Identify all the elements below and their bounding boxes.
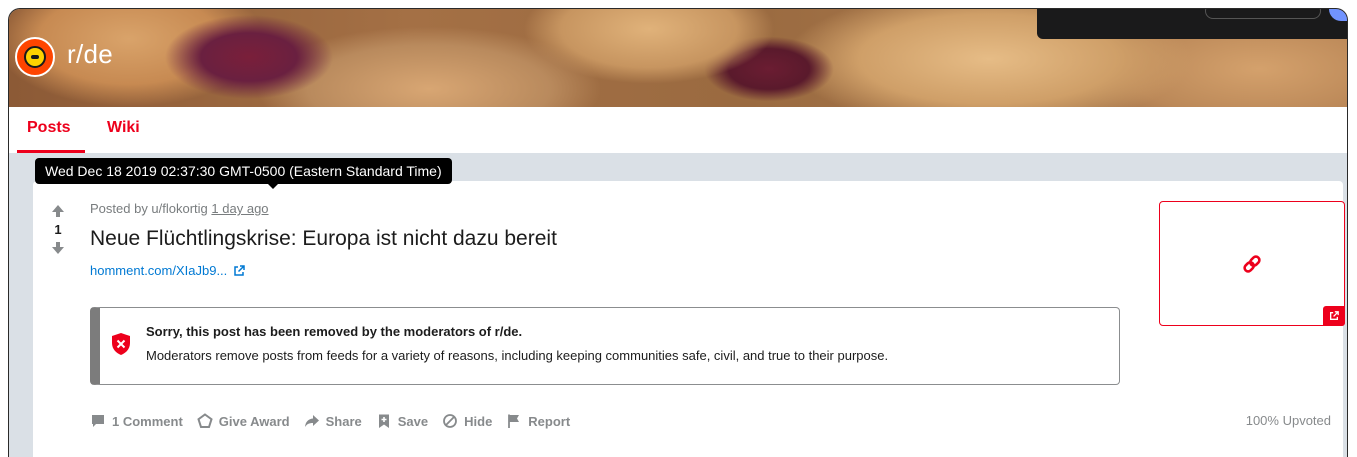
tooltip-arrow <box>267 183 279 189</box>
report-button[interactable]: Report <box>506 413 570 429</box>
hide-label: Hide <box>464 413 493 429</box>
comments-button[interactable]: 1 Comment <box>90 413 183 429</box>
hide-button[interactable]: Hide <box>442 413 492 429</box>
active-tab-indicator <box>17 150 85 153</box>
subreddit-avatar-icon[interactable] <box>15 37 55 77</box>
timestamp-tooltip: Wed Dec 18 2019 02:37:30 GMT-0500 (Easte… <box>35 158 452 184</box>
share-label: Share <box>325 413 362 429</box>
post-actions: 1 Comment Give Award Share Save Hide Rep… <box>90 409 570 433</box>
upvote-icon[interactable] <box>50 203 66 219</box>
save-label: Save <box>397 413 429 429</box>
link-thumbnail[interactable] <box>1159 201 1345 326</box>
browser-frame: r/de Posts Wiki Wed Dec 18 2019 02:37:30… <box>8 8 1348 457</box>
report-label: Report <box>528 413 571 429</box>
thumbnail-external-badge <box>1323 306 1345 326</box>
removed-notice: Sorry, this post has been removed by the… <box>90 307 1120 385</box>
share-icon <box>304 415 319 427</box>
posted-by[interactable]: Posted by u/flokortig <box>90 201 208 216</box>
post-time-link[interactable]: 1 day ago <box>211 201 268 216</box>
comments-label: 1 Comment <box>112 413 183 429</box>
post-link[interactable]: homment.com/XIaJb9... <box>90 263 246 278</box>
overlay-pill[interactable] <box>1205 9 1321 19</box>
downvote-icon[interactable] <box>50 240 66 256</box>
vote-column: 1 <box>47 203 69 256</box>
external-link-icon <box>234 264 246 276</box>
top-right-overlay <box>1037 9 1347 39</box>
removed-heading: Sorry, this post has been removed by the… <box>146 324 523 339</box>
comment-icon <box>92 415 104 427</box>
post-card: 1 Posted by u/flokortig 1 day ago Neue F… <box>33 181 1345 457</box>
tab-posts[interactable]: Posts <box>27 119 71 137</box>
vote-count: 1 <box>54 222 62 237</box>
tab-wiki[interactable]: Wiki <box>107 119 140 137</box>
award-icon <box>197 413 213 428</box>
upvote-ratio: 100% Upvoted <box>1245 413 1331 428</box>
link-icon <box>1243 254 1261 273</box>
share-button[interactable]: Share <box>304 413 362 429</box>
removed-body: Moderators remove posts from feeds for a… <box>146 348 889 363</box>
give-award-label: Give Award <box>218 413 290 429</box>
subreddit-avatar-face <box>24 46 46 68</box>
shield-x-icon <box>112 333 130 355</box>
post-title[interactable]: Neue Flüchtlingskrise: Europa ist nicht … <box>90 227 557 251</box>
subreddit-name[interactable]: r/de <box>67 39 113 70</box>
bookmark-icon <box>378 414 389 428</box>
post-meta: Posted by u/flokortig 1 day ago <box>90 201 269 216</box>
subreddit-avatar-mark <box>31 55 39 59</box>
subreddit-tabs: Posts Wiki <box>9 107 1347 153</box>
save-button[interactable]: Save <box>376 413 428 429</box>
flag-icon <box>508 414 520 428</box>
give-award-button[interactable]: Give Award <box>197 413 290 429</box>
external-link-icon <box>1330 311 1339 320</box>
post-link-text: homment.com/XIaJb9... <box>90 263 228 278</box>
hide-icon <box>443 414 458 428</box>
